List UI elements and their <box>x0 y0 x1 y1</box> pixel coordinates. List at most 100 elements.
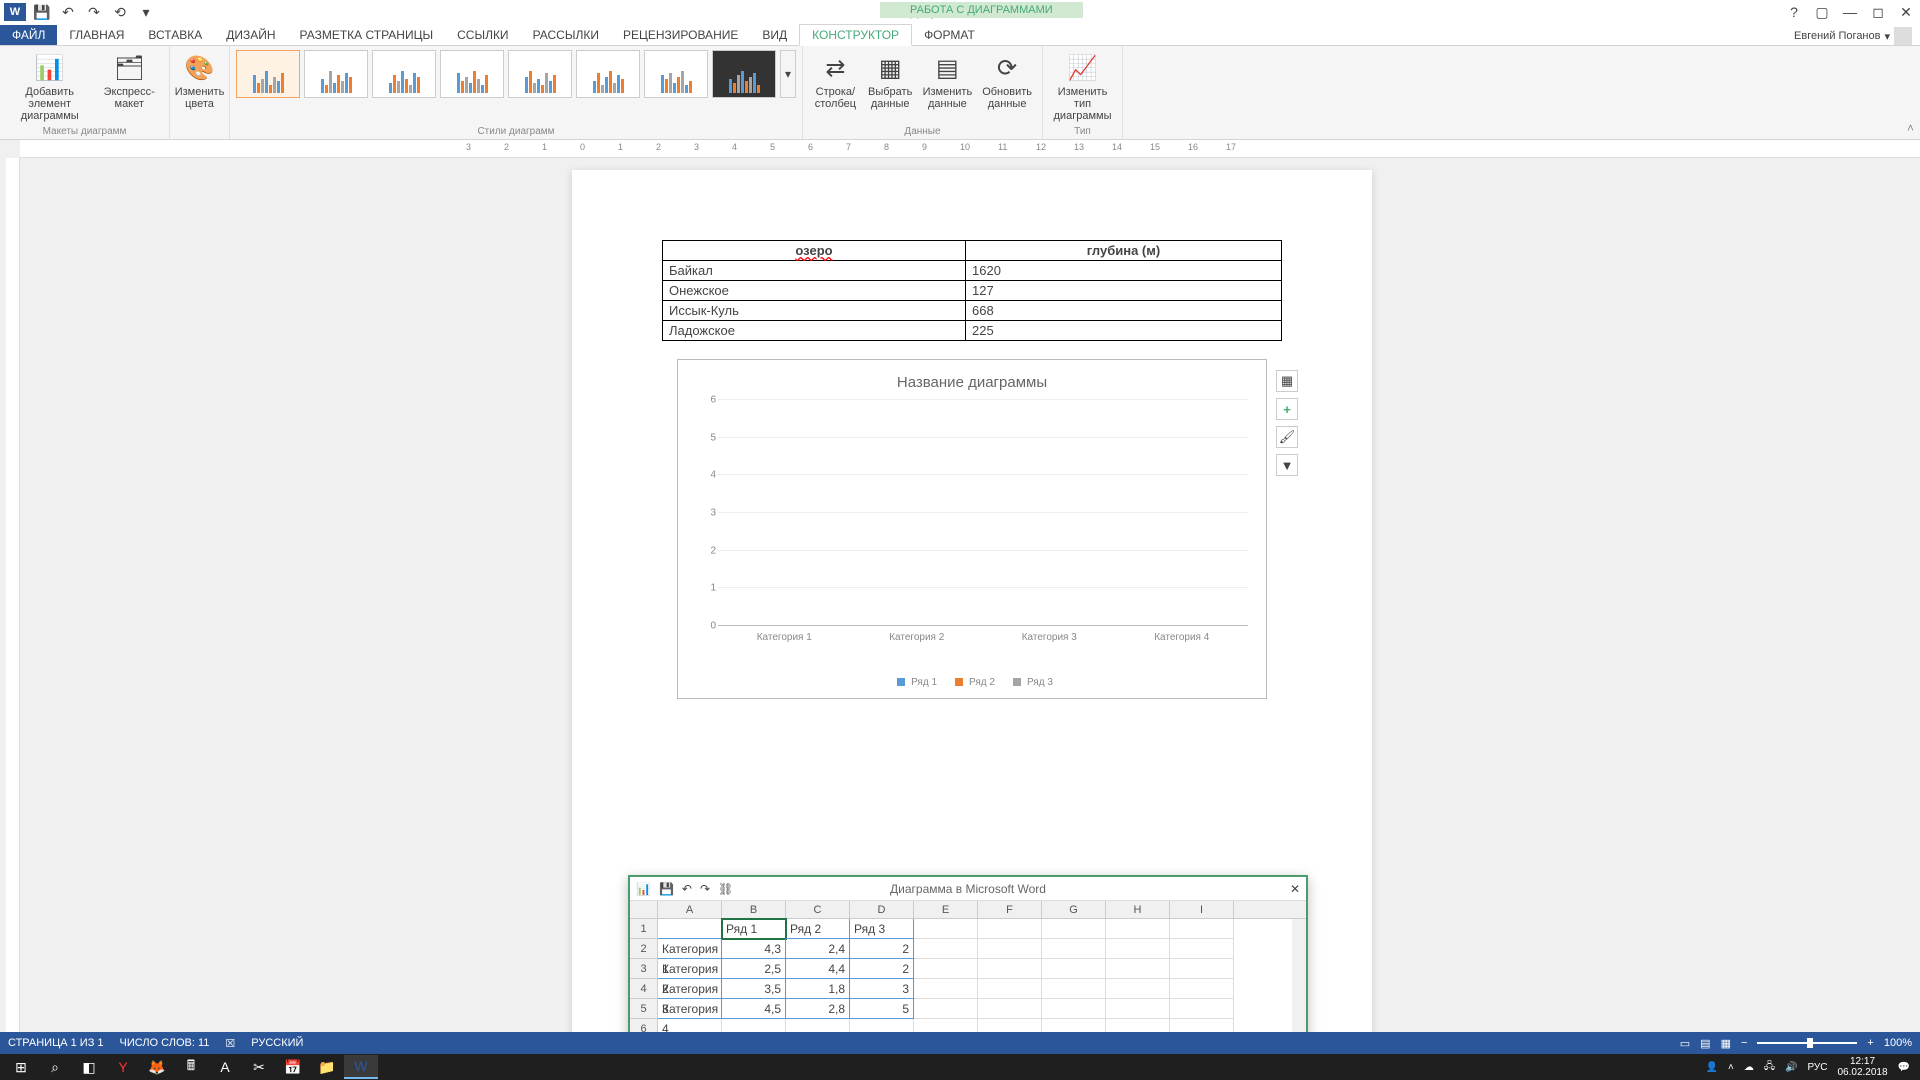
chart-style-thumb-4[interactable] <box>440 50 504 98</box>
print-layout-icon[interactable]: ▤ <box>1700 1037 1710 1050</box>
column-header[interactable]: G <box>1042 901 1106 918</box>
chart-style-thumb-6[interactable] <box>576 50 640 98</box>
grid-cell[interactable]: 4,5 <box>722 999 786 1019</box>
column-header[interactable]: B <box>722 901 786 918</box>
redo-icon[interactable]: ↷ <box>84 2 104 22</box>
tab-mailings[interactable]: РАССЫЛКИ <box>521 25 611 45</box>
grid-cell[interactable] <box>1042 999 1106 1019</box>
grid-cell[interactable] <box>914 999 978 1019</box>
column-header[interactable]: I <box>1170 901 1234 918</box>
grid-cell[interactable]: 4,4 <box>786 959 850 979</box>
file-explorer-icon[interactable]: 📁 <box>310 1055 344 1079</box>
grid-cell[interactable] <box>1042 979 1106 999</box>
touch-mode-icon[interactable]: ⟲ <box>110 2 130 22</box>
chart-layout-options-button[interactable]: ▦ <box>1276 370 1298 392</box>
grid-cell[interactable] <box>1106 999 1170 1019</box>
firefox-icon[interactable]: 🦊 <box>140 1055 174 1079</box>
table-row[interactable]: Иссык-Куль668 <box>663 301 1282 321</box>
start-button[interactable]: ⊞ <box>4 1055 38 1079</box>
tray-overflow-icon[interactable]: ˄ <box>1728 1062 1734 1073</box>
maximize-icon[interactable]: ◻ <box>1868 2 1888 22</box>
grid-cell[interactable] <box>914 959 978 979</box>
chart-style-thumb-7[interactable] <box>644 50 708 98</box>
grid-cell[interactable]: Категория 3 <box>658 979 722 999</box>
chart-filters-button[interactable]: ▼ <box>1276 454 1298 476</box>
grid-cell[interactable]: Категория 2 <box>658 959 722 979</box>
column-header[interactable]: E <box>914 901 978 918</box>
excel-link-icon[interactable]: ⛓ <box>718 882 733 896</box>
grid-cell[interactable] <box>1042 959 1106 979</box>
user-account[interactable]: Евгений Поганов ▾ <box>1794 27 1912 45</box>
chart-style-thumb-2[interactable] <box>304 50 368 98</box>
yandex-browser-icon[interactable]: Y <box>106 1055 140 1079</box>
grid-cell[interactable] <box>978 939 1042 959</box>
input-language[interactable]: РУС <box>1807 1062 1827 1073</box>
legend-item[interactable]: Ряд 1 <box>891 677 937 688</box>
grid-cell[interactable]: 2,5 <box>722 959 786 979</box>
grid-cell[interactable]: Ряд 1 <box>722 919 786 939</box>
network-icon[interactable]: 🖧 <box>1764 1059 1775 1076</box>
add-chart-element-button[interactable]: 📊 Добавить элемент диаграммы <box>6 50 93 124</box>
grid-cell[interactable]: Ряд 2 <box>786 919 850 939</box>
legend-item[interactable]: Ряд 2 <box>949 677 995 688</box>
table-row[interactable]: Ладожское225 <box>663 321 1282 341</box>
grid-cell[interactable]: 2 <box>850 939 914 959</box>
column-header[interactable]: D <box>850 901 914 918</box>
row-header[interactable]: 1 <box>630 919 658 939</box>
excel-redo-icon[interactable]: ↷ <box>700 882 710 896</box>
save-icon[interactable]: 💾 <box>32 2 52 22</box>
people-icon[interactable]: 👤 <box>1706 1062 1718 1073</box>
grid-cell[interactable]: 4,3 <box>722 939 786 959</box>
lake-table[interactable]: озероглубина (м) Байкал1620Онежское127Ис… <box>662 240 1282 341</box>
ribbon-display-icon[interactable]: ▢ <box>1812 2 1832 22</box>
chart-style-thumb-1[interactable] <box>236 50 300 98</box>
grid-cell[interactable] <box>1106 919 1170 939</box>
tab-file[interactable]: ФАЙЛ <box>0 25 57 45</box>
zoom-level[interactable]: 100% <box>1884 1037 1912 1049</box>
language-indicator[interactable]: РУССКИЙ <box>251 1037 303 1050</box>
grid-cell[interactable] <box>914 939 978 959</box>
row-header[interactable]: 5 <box>630 999 658 1019</box>
grid-cell[interactable] <box>1170 919 1234 939</box>
table-row[interactable]: Байкал1620 <box>663 261 1282 281</box>
web-layout-icon[interactable]: ▦ <box>1721 1037 1731 1050</box>
page-indicator[interactable]: СТРАНИЦА 1 ИЗ 1 <box>8 1037 104 1050</box>
chart-data-editor-window[interactable]: 📊 💾 ↶ ↷ ⛓ Диаграмма в Microsoft Word ✕ A… <box>628 875 1308 1054</box>
horizontal-ruler[interactable]: 32101234567891011121314151617 <box>20 140 1920 158</box>
help-icon[interactable]: ? <box>1784 2 1804 22</box>
zoom-out-icon[interactable]: − <box>1741 1037 1747 1049</box>
zoom-slider[interactable] <box>1757 1042 1857 1044</box>
select-data-button[interactable]: ▦Выбрать данные <box>864 50 917 112</box>
grid-cell[interactable]: 5 <box>850 999 914 1019</box>
chart-object[interactable]: Название диаграммы 0123456 Категория 1Ка… <box>677 359 1267 699</box>
qat-customize-icon[interactable]: ▾ <box>136 2 156 22</box>
chart-title[interactable]: Название диаграммы <box>678 360 1266 391</box>
chart-data-editor-titlebar[interactable]: 📊 💾 ↶ ↷ ⛓ Диаграмма в Microsoft Word ✕ <box>630 877 1306 901</box>
onedrive-icon[interactable]: ☁ <box>1744 1062 1754 1073</box>
chart-legend[interactable]: Ряд 1Ряд 2Ряд 3 <box>678 677 1266 688</box>
word-taskbar-icon[interactable]: W <box>344 1055 378 1079</box>
zoom-in-icon[interactable]: + <box>1867 1037 1873 1049</box>
search-icon[interactable]: ⌕ <box>38 1055 72 1079</box>
grid-cell[interactable]: 2 <box>850 959 914 979</box>
change-colors-button[interactable]: 🎨 Изменить цвета <box>171 50 229 112</box>
row-header[interactable]: 4 <box>630 979 658 999</box>
chart-style-thumb-8[interactable] <box>712 50 776 98</box>
calculator-icon[interactable]: 🖩 <box>174 1055 208 1079</box>
grid-cell[interactable]: 1,8 <box>786 979 850 999</box>
chart-style-thumb-3[interactable] <box>372 50 436 98</box>
grid-cell[interactable] <box>978 959 1042 979</box>
quick-layout-button[interactable]: 🗂 Экспресс-макет <box>95 50 163 124</box>
grid-cell[interactable] <box>978 919 1042 939</box>
grid-cell[interactable]: Категория 4 <box>658 999 722 1019</box>
grid-cell[interactable] <box>914 979 978 999</box>
refresh-data-button[interactable]: ⟳Обновить данные <box>978 50 1036 112</box>
abbyy-icon[interactable]: A <box>208 1055 242 1079</box>
grid-cell[interactable] <box>1106 959 1170 979</box>
undo-icon[interactable]: ↶ <box>58 2 78 22</box>
vertical-scrollbar[interactable] <box>1292 919 1306 1041</box>
grid-cell[interactable] <box>1042 939 1106 959</box>
tab-references[interactable]: ССЫЛКИ <box>445 25 520 45</box>
column-header[interactable]: F <box>978 901 1042 918</box>
column-header[interactable]: A <box>658 901 722 918</box>
